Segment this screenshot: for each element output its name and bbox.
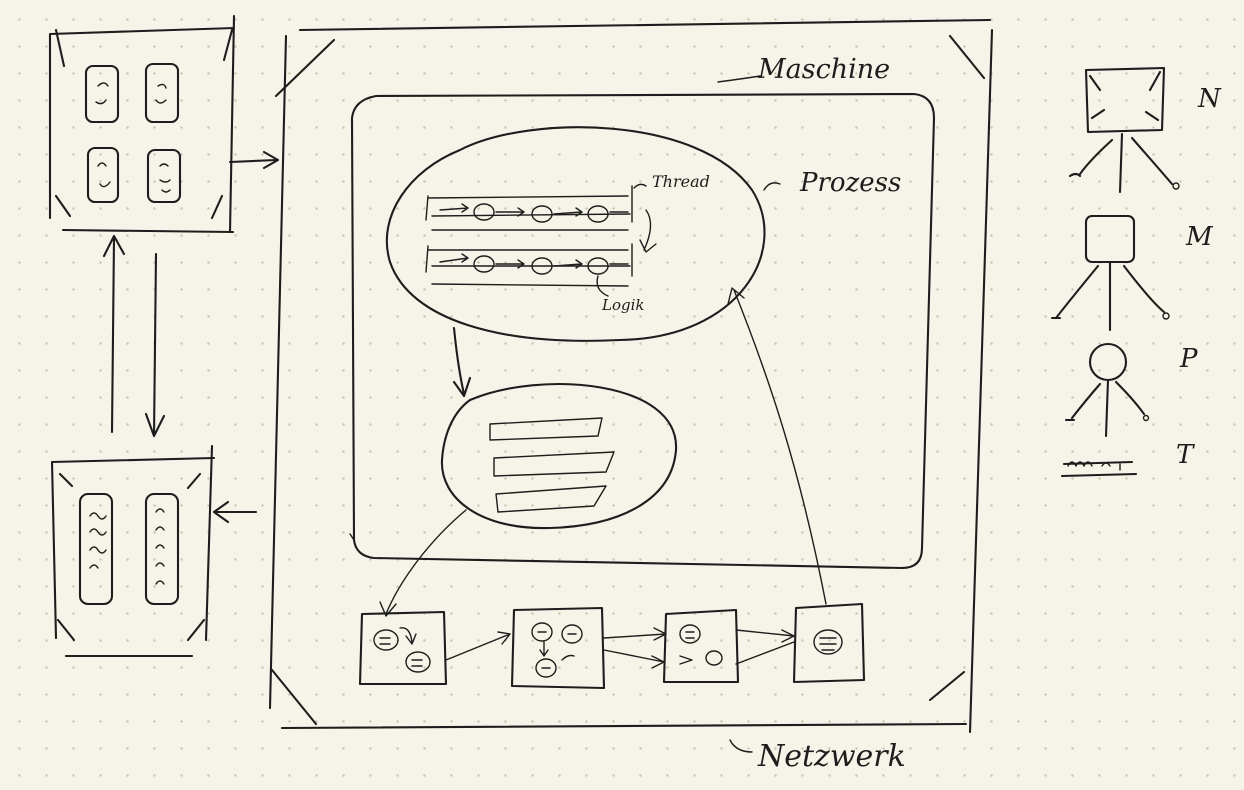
process-to-memory-arrow (452, 326, 472, 398)
network-label: Netzwerk (758, 739, 906, 774)
sketch-canvas: Maschine Thread Prozess Logik Netzwerk N… (0, 0, 1244, 790)
network-label-tick (729, 739, 753, 753)
process-container (350, 92, 936, 570)
legend-m-label: M (1186, 222, 1213, 252)
legend-p-label: P (1180, 344, 1198, 374)
sync-arrows (102, 234, 166, 438)
process-label: Prozess (800, 168, 902, 198)
diagram-drawing (48, 14, 1180, 753)
legend-m-symbol (1050, 214, 1170, 332)
legend-t-symbol (1060, 460, 1138, 478)
legend-n-symbol (1068, 66, 1180, 194)
left-bottom-screen (50, 444, 216, 658)
legend-p-symbol (1064, 342, 1150, 438)
network-pipeline (358, 602, 866, 690)
left-top-screen (48, 14, 236, 234)
io-arrows (212, 150, 280, 524)
process-ellipse (385, 126, 781, 342)
thread-label: Thread (652, 172, 710, 191)
legend-t-label: T (1176, 440, 1194, 470)
memory-ellipse (440, 383, 678, 530)
logic-label: Logik (602, 296, 645, 314)
machine-label: Maschine (758, 54, 891, 85)
legend-n-label: N (1198, 84, 1221, 114)
machine-frame (268, 18, 994, 734)
memory-to-network-line (379, 509, 467, 617)
network-to-process-line (727, 287, 827, 605)
